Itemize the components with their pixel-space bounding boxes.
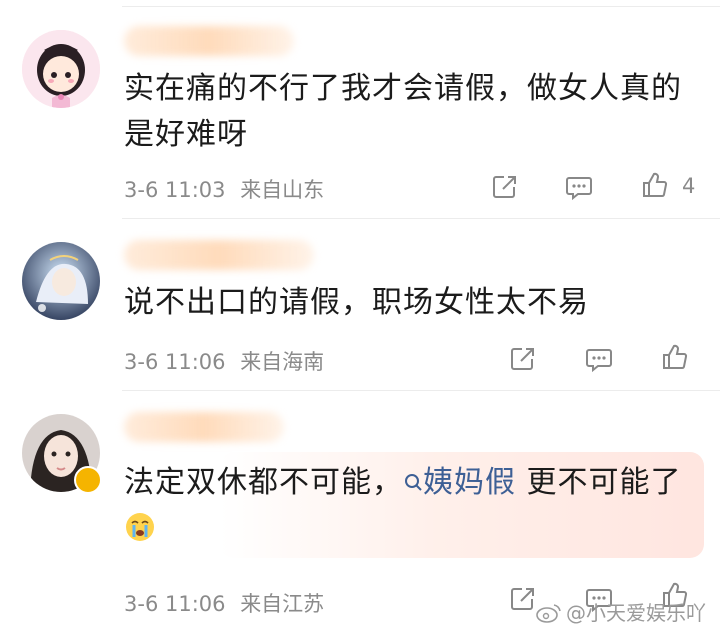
- like-button[interactable]: [660, 342, 690, 372]
- topic-label: 姨妈假: [423, 465, 516, 500]
- comment-location: 来自江苏: [240, 592, 325, 616]
- comment-meta: 3-6 11:06 来自江苏: [124, 588, 324, 618]
- comment-text: 说不出口的请假，职场女性太不易: [124, 285, 589, 320]
- comment-text-part: 法定双休都不可能，: [124, 465, 403, 500]
- share-icon: [511, 588, 534, 610]
- divider: [122, 218, 720, 219]
- like-button[interactable]: [640, 170, 670, 200]
- share-button[interactable]: [508, 584, 538, 614]
- share-button[interactable]: [508, 344, 538, 374]
- username-blurred[interactable]: [124, 240, 314, 270]
- verified-badge-icon: [74, 466, 102, 494]
- share-button[interactable]: [490, 172, 520, 202]
- topic-link[interactable]: 姨妈假: [403, 465, 516, 500]
- divider: [122, 6, 720, 7]
- comment-icon: [566, 177, 592, 201]
- comment-text-part: 更不可能了: [516, 465, 682, 500]
- username-blurred[interactable]: [124, 26, 294, 56]
- comment-time: 3-6 11:03: [124, 178, 226, 202]
- crying-emoji-icon: [126, 513, 154, 541]
- like-icon: [643, 172, 668, 197]
- comment-time: 3-6 11:06: [124, 350, 226, 374]
- comment-location: 来自山东: [240, 178, 325, 202]
- comment-text: 法定双休都不可能， 姨妈假 更不可能了: [124, 460, 684, 552]
- comment-button[interactable]: [584, 344, 614, 374]
- avatar[interactable]: [22, 30, 100, 108]
- like-count: 4: [682, 174, 696, 198]
- comment-meta: 3-6 11:03 来自山东: [124, 174, 324, 204]
- topic-search-icon: [405, 474, 422, 491]
- share-icon: [493, 176, 516, 198]
- like-icon: [663, 344, 688, 369]
- comment-meta: 3-6 11:06 来自海南: [124, 346, 324, 376]
- comment-button[interactable]: [564, 172, 594, 202]
- weibo-logo-icon: [536, 604, 561, 623]
- watermark-text: @小天爱娱乐吖: [566, 601, 706, 625]
- username-blurred[interactable]: [124, 412, 284, 442]
- comment-text: 实在痛的不行了我才会请假，做女人真的是好难呀: [124, 71, 682, 152]
- comment-time: 3-6 11:06: [124, 592, 226, 616]
- divider: [122, 390, 720, 391]
- comment-icon: [586, 349, 612, 373]
- watermark: @小天爱娱乐吖: [536, 597, 706, 626]
- avatar[interactable]: [22, 242, 100, 320]
- share-icon: [511, 348, 534, 370]
- comment-location: 来自海南: [240, 350, 325, 374]
